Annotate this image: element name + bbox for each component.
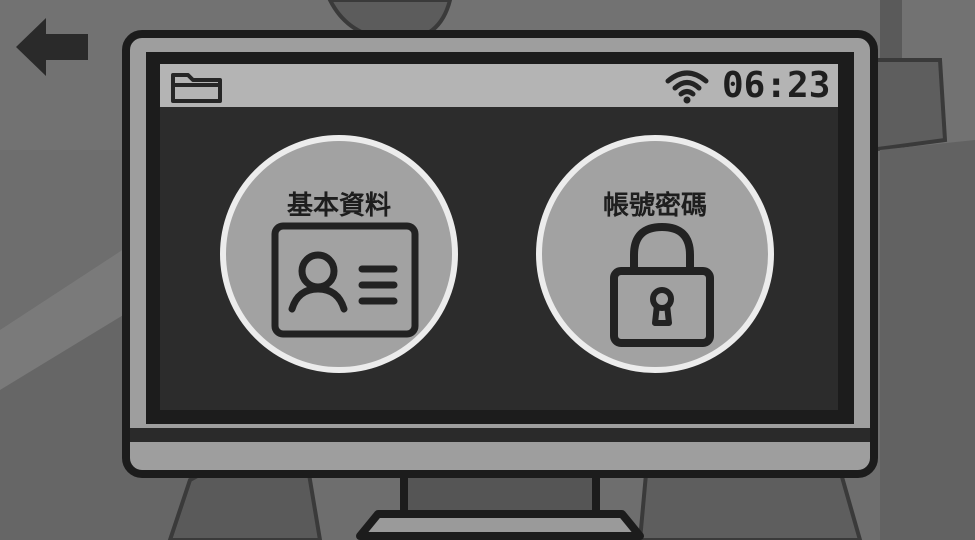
app-account-password-label: 帳號密碼 xyxy=(602,191,707,221)
wifi-icon xyxy=(665,70,709,104)
app-basic-info-button[interactable]: 基本資料 xyxy=(220,135,458,373)
status-bar: 06:23 xyxy=(160,64,838,107)
folder-icon[interactable] xyxy=(168,69,226,105)
app-basic-info-label: 基本資料 xyxy=(286,191,391,221)
lock-icon xyxy=(610,222,714,347)
app-account-password-button[interactable]: 帳號密碼 xyxy=(536,135,774,373)
id-card-icon xyxy=(271,222,419,338)
clock-time: 06:23 xyxy=(722,65,831,106)
